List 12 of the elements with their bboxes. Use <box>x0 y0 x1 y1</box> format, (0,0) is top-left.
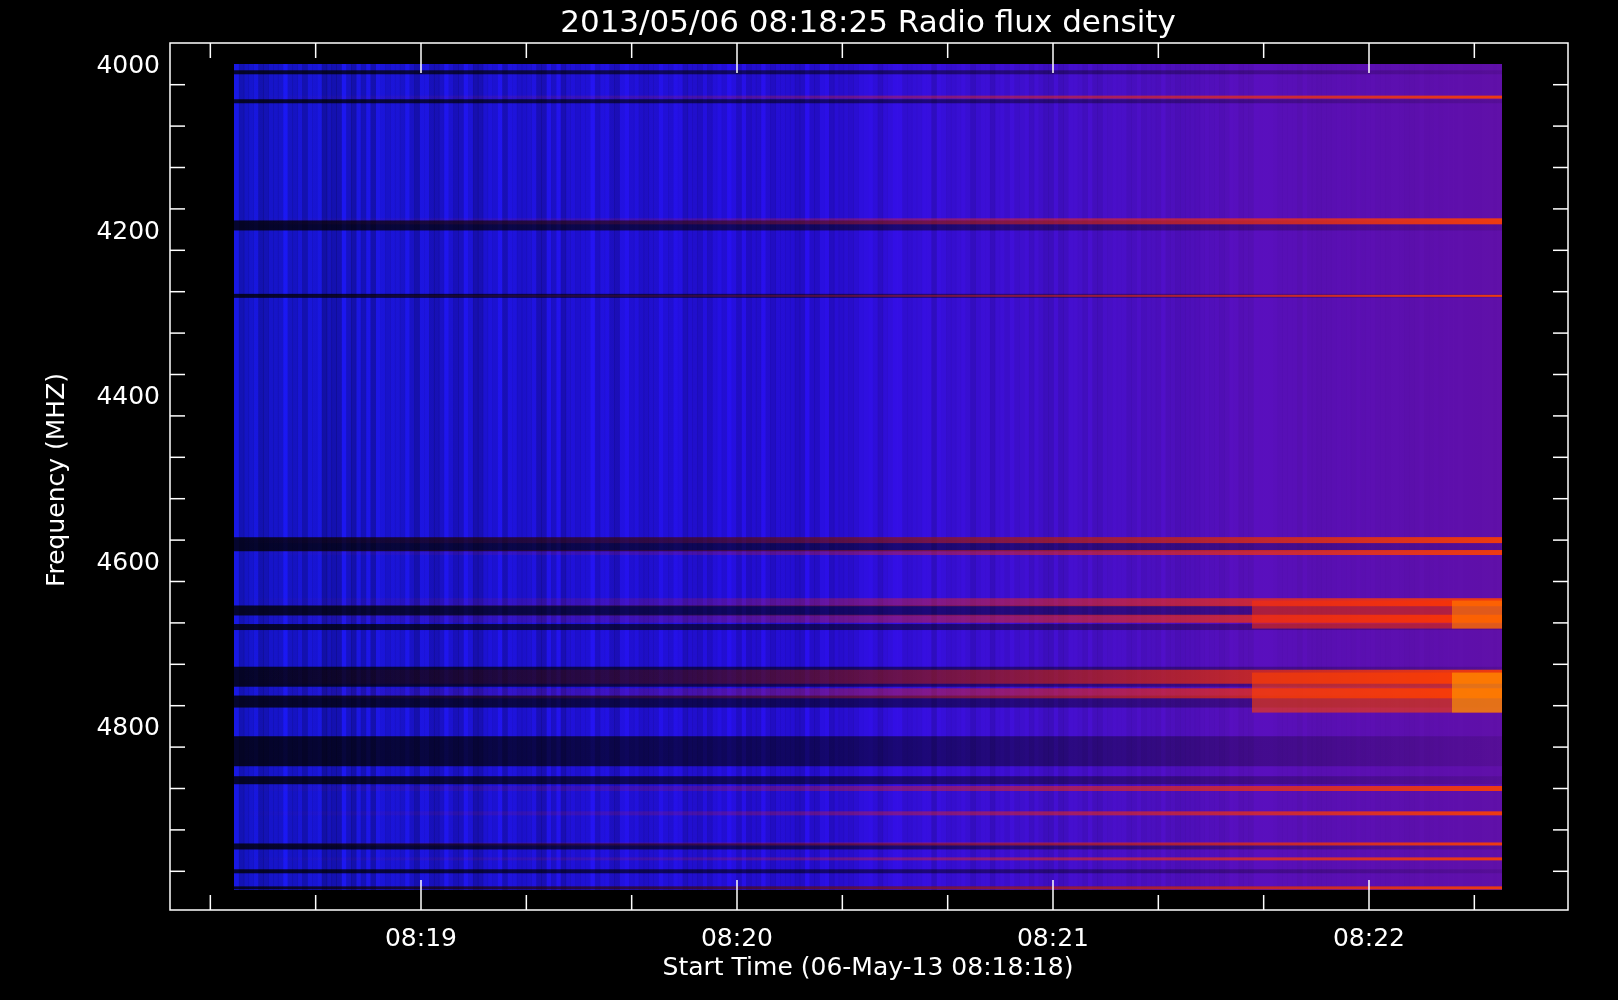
y-tick-label: 4800 <box>96 712 160 742</box>
y-tick-label: 4000 <box>96 50 160 79</box>
x-tick-label: 08:20 <box>701 923 773 952</box>
x-tick-label: 08:19 <box>385 923 457 952</box>
y-tick-label: 4600 <box>96 546 160 576</box>
plot-title: 2013/05/06 08:18:25 Radio flux density <box>560 3 1176 39</box>
x-tick-label: 08:21 <box>1017 923 1089 952</box>
x-tick-label: 08:22 <box>1333 923 1405 952</box>
y-tick-label: 4200 <box>96 215 160 245</box>
y-axis-title: Frequency (MHZ) <box>41 372 70 588</box>
y-tick-label: 4400 <box>96 381 160 411</box>
x-axis-title: Start Time (06-May-13 08:18:18) <box>662 952 1074 981</box>
